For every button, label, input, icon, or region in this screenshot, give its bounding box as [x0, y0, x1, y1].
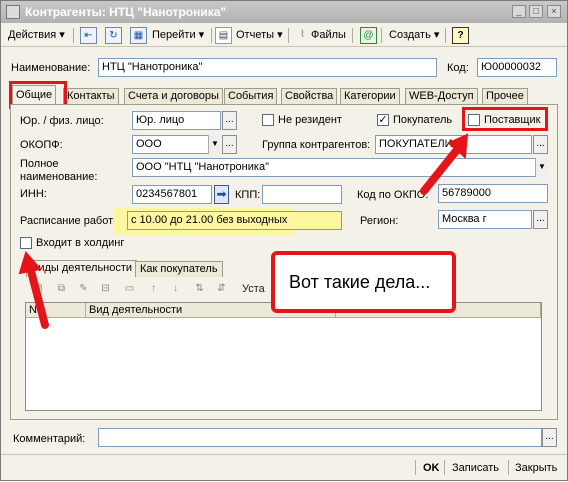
- arrow-to-holding-head: [18, 250, 42, 275]
- annotation-arrows: [18, 133, 469, 329]
- button-separator: [415, 460, 416, 475]
- comment-input[interactable]: [98, 428, 542, 447]
- button-separator: [508, 460, 509, 475]
- close-button[interactable]: Закрыть: [515, 459, 557, 477]
- ok-button[interactable]: OK: [423, 459, 440, 477]
- dialog-buttons: OK Записать Закрыть: [1, 454, 567, 480]
- arrow-to-supplier-shaft: [420, 147, 460, 195]
- comment-select-button[interactable]: ...: [542, 428, 557, 447]
- button-separator: [444, 460, 445, 475]
- save-button[interactable]: Записать: [452, 459, 499, 477]
- comment-label: Комментарий:: [13, 433, 86, 445]
- counterparty-window: Контрагенты: НТЦ "Нанотроника" _ □ × Дей…: [0, 0, 568, 481]
- arrow-to-holding-shaft: [27, 267, 49, 329]
